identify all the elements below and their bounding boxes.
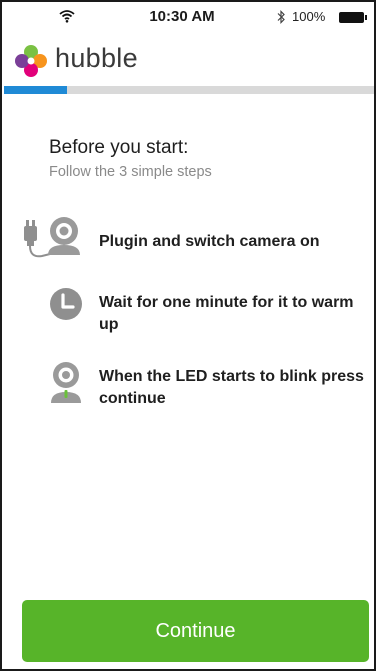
bluetooth-icon [277, 10, 285, 24]
step-text: Wait for one minute for it to warm up [99, 294, 354, 333]
battery-percent: 100% [292, 9, 326, 24]
battery-icon [339, 12, 367, 23]
page-subtitle: Follow the 3 simple steps [49, 164, 212, 180]
camera-plug-icon [24, 217, 80, 258]
clock-icon [50, 288, 82, 320]
step-text: Plugin and switch camera on [99, 233, 320, 250]
step-text: When the LED starts to blink press conti… [99, 368, 364, 407]
brand-name: hubble [55, 43, 138, 73]
camera-led-icon [51, 362, 81, 403]
hubble-logo-icon [15, 45, 47, 77]
app-screen: 10:30 AM 100% hubble Before you start: F… [0, 0, 376, 671]
setup-progress-bar [4, 86, 374, 94]
setup-progress-fill [4, 86, 67, 94]
status-bar: 10:30 AM 100% [2, 2, 374, 36]
page-title: Before you start: [49, 137, 189, 158]
continue-button[interactable]: Continue [22, 600, 369, 662]
app-header: hubble [2, 36, 374, 86]
